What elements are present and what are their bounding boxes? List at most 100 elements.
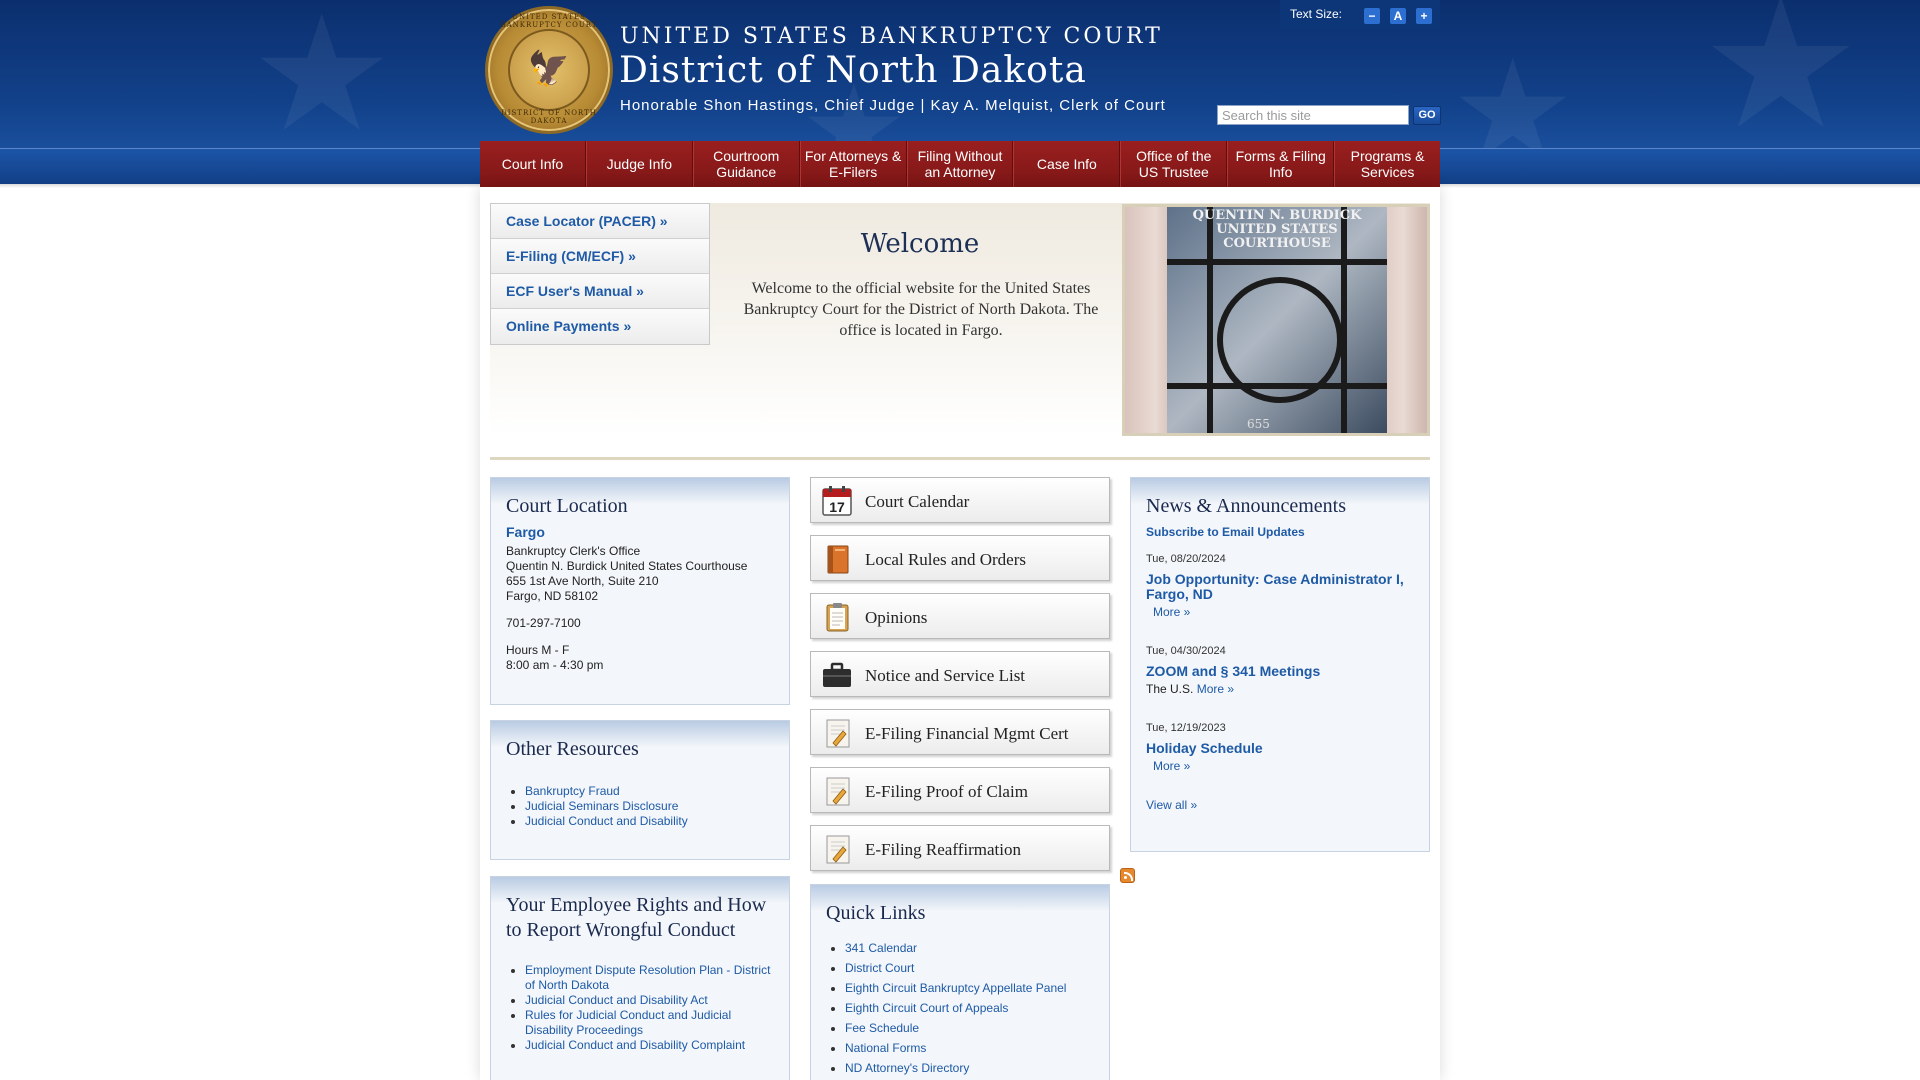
welcome-title: Welcome: [860, 229, 980, 259]
news-date: Tue, 08/20/2024: [1146, 553, 1226, 565]
court-location-body: Fargo Bankruptcy Clerk's Office Quentin …: [491, 519, 789, 673]
list-item-conduct-act[interactable]: Judicial Conduct and Disability Act: [525, 993, 774, 1008]
subscribe-email-link[interactable]: Subscribe to Email Updates: [1146, 525, 1414, 540]
document-pencil-icon: [826, 777, 850, 806]
address-line: Quentin N. Burdick United States Courtho…: [506, 559, 748, 573]
court-calendar-label: Court Calendar: [865, 492, 970, 511]
news-more-link[interactable]: More »: [1197, 682, 1234, 696]
news-item-teaser: More »: [1146, 759, 1414, 774]
local-rules-button[interactable]: Local Rules and Orders: [810, 535, 1110, 581]
seal-text-top: UNITED STATES BANKRUPTCY COURT: [500, 13, 598, 29]
list-item-judicial-conduct[interactable]: Judicial Conduct and Disability: [525, 814, 774, 829]
news-item-title[interactable]: ZOOM and § 341 Meetings: [1146, 664, 1414, 679]
news-body: Subscribe to Email Updates Tue, 08/20/20…: [1131, 519, 1429, 813]
quick-links-body: 341 Calendar District Court Eighth Circu…: [811, 926, 1109, 1078]
news-more-link[interactable]: More »: [1153, 759, 1190, 773]
quick-link-fee-schedule[interactable]: Fee Schedule: [845, 1018, 1094, 1038]
address-line: 655 1st Ave North, Suite 210: [506, 574, 659, 588]
nav-programs-services[interactable]: Programs & Services: [1334, 141, 1440, 187]
efiling-reaffirmation-label: E-Filing Reaffirmation: [865, 840, 1021, 859]
news-item-teaser: More »: [1146, 605, 1414, 620]
nav-case-info[interactable]: Case Info: [1013, 141, 1121, 187]
news-item-teaser: The U.S. More »: [1146, 682, 1414, 697]
quick-link-eighth-circuit-appeals[interactable]: Eighth Circuit Court of Appeals: [845, 998, 1094, 1018]
text-size-label: Text Size:: [1290, 7, 1343, 21]
star-decoration-icon: ★: [1450, 30, 1576, 148]
main-nav: Court Info Judge Info Courtroom Guidance…: [480, 141, 1440, 187]
judges-line: Honorable Shon Hastings, Chief Judge | K…: [620, 97, 1166, 114]
list-item-edr-plan[interactable]: Employment Dispute Resolution Plan - Dis…: [525, 963, 774, 993]
efiling-reaffirmation-button[interactable]: E-Filing Reaffirmation: [810, 825, 1110, 871]
news-date: Tue, 12/19/2023: [1146, 722, 1226, 734]
other-resources-panel: Other Resources Bankruptcy Fraud Judicia…: [490, 720, 790, 860]
court-seal-logo[interactable]: UNITED STATES BANKRUPTCY COURT 🦅 DISTRIC…: [485, 6, 613, 134]
nav-judge-info[interactable]: Judge Info: [585, 141, 693, 187]
rss-feed-icon[interactable]: [1120, 868, 1135, 883]
eagle-icon: 🦅: [527, 49, 571, 89]
news-date: Tue, 04/30/2024: [1146, 645, 1226, 657]
welcome-panel: Case Locator (PACER) » E-Filing (CM/ECF)…: [490, 203, 1430, 436]
ecf-manual-button[interactable]: ECF User's Manual »: [491, 274, 709, 309]
text-size-control: Text Size: − A +: [1280, 0, 1440, 30]
photo-caption-line2: UNITED STATES COURTHOUSE: [1216, 222, 1338, 251]
nav-filing-without-attorney[interactable]: Filing Without an Attorney: [906, 141, 1014, 187]
case-locator-button[interactable]: Case Locator (PACER) »: [491, 204, 709, 239]
seal-text-bottom: DISTRICT OF NORTH DAKOTA: [501, 109, 597, 125]
text-size-decrease-button[interactable]: −: [1364, 8, 1380, 24]
employee-rights-title: Your Employee Rights and How to Report W…: [506, 894, 767, 941]
news-item-title[interactable]: Holiday Schedule: [1146, 741, 1414, 756]
clipboard-icon: [826, 603, 849, 632]
document-pencil-icon: [826, 719, 850, 748]
nav-forms-filing-info[interactable]: Forms & Filing Info: [1227, 141, 1335, 187]
quick-link-district-court[interactable]: District Court: [845, 958, 1094, 978]
quick-links-title: Quick Links: [826, 902, 926, 924]
news-item-title[interactable]: Job Opportunity: Case Administrator I, F…: [1146, 572, 1414, 602]
court-calendar-button[interactable]: 17 Court Calendar: [810, 477, 1110, 523]
document-pencil-icon: [826, 835, 850, 864]
nav-us-trustee[interactable]: Office of the US Trustee: [1120, 141, 1228, 187]
news-title: News & Announcements: [1146, 495, 1346, 517]
efiling-proof-claim-button[interactable]: E-Filing Proof of Claim: [810, 767, 1110, 813]
list-item-bankruptcy-fraud[interactable]: Bankruptcy Fraud: [525, 784, 774, 799]
opinions-label: Opinions: [865, 608, 928, 627]
court-location-panel: Court Location Fargo Bankruptcy Clerk's …: [490, 477, 790, 705]
online-payments-button[interactable]: Online Payments »: [491, 309, 709, 344]
fargo-link[interactable]: Fargo: [506, 525, 774, 540]
briefcase-icon: [823, 662, 851, 687]
opinions-button[interactable]: Opinions: [810, 593, 1110, 639]
phone-number: 701-297-7100: [506, 616, 581, 630]
quick-buttons: Case Locator (PACER) » E-Filing (CM/ECF)…: [490, 203, 710, 345]
court-name[interactable]: UNITED STATES BANKRUPTCY COURT: [620, 24, 1163, 49]
text-size-increase-button[interactable]: +: [1416, 8, 1432, 24]
svg-text:17: 17: [829, 499, 845, 515]
quick-link-341-calendar[interactable]: 341 Calendar: [845, 938, 1094, 958]
nav-courtroom-guidance[interactable]: Courtroom Guidance: [692, 141, 800, 187]
efiling-button[interactable]: E-Filing (CM/ECF) »: [491, 239, 709, 274]
news-more-link[interactable]: More »: [1153, 605, 1190, 619]
courthouse-photo: QUENTIN N. BURDICK UNITED STATES COURTHO…: [1122, 204, 1430, 436]
quick-link-attorney-directory[interactable]: ND Attorney's Directory: [845, 1058, 1094, 1078]
star-decoration-icon: ★: [1700, 0, 1862, 148]
address-line: Fargo, ND 58102: [506, 589, 599, 603]
photo-caption-line1: QUENTIN N. BURDICK: [1192, 208, 1362, 223]
section-divider: [490, 457, 1430, 460]
address-line: Bankruptcy Clerk's Office: [506, 544, 641, 558]
search-go-button[interactable]: GO: [1413, 106, 1441, 125]
search-input[interactable]: [1217, 105, 1409, 125]
nav-court-info[interactable]: Court Info: [480, 141, 586, 187]
text-size-reset-button[interactable]: A: [1390, 8, 1406, 24]
notice-service-button[interactable]: Notice and Service List: [810, 651, 1110, 697]
nav-attorneys-efilers[interactable]: For Attorneys & E-Filers: [799, 141, 907, 187]
news-panel: News & Announcements Subscribe to Email …: [1130, 477, 1430, 852]
quick-link-national-forms[interactable]: National Forms: [845, 1038, 1094, 1058]
list-item-conduct-complaint[interactable]: Judicial Conduct and Disability Complain…: [525, 1038, 774, 1053]
list-item-conduct-rules[interactable]: Rules for Judicial Conduct and Judicial …: [525, 1008, 774, 1038]
district-name[interactable]: District of North Dakota: [619, 50, 1087, 91]
employee-rights-panel: Your Employee Rights and How to Report W…: [490, 876, 790, 1080]
employee-rights-list: Employment Dispute Resolution Plan - Dis…: [506, 963, 774, 1053]
list-item-judicial-seminars[interactable]: Judicial Seminars Disclosure: [525, 799, 774, 814]
view-all-news-link[interactable]: View all »: [1146, 798, 1414, 813]
efiling-financial-button[interactable]: E-Filing Financial Mgmt Cert: [810, 709, 1110, 755]
book-icon: [827, 545, 849, 574]
quick-link-eighth-circuit-bap[interactable]: Eighth Circuit Bankruptcy Appellate Pane…: [845, 978, 1094, 998]
